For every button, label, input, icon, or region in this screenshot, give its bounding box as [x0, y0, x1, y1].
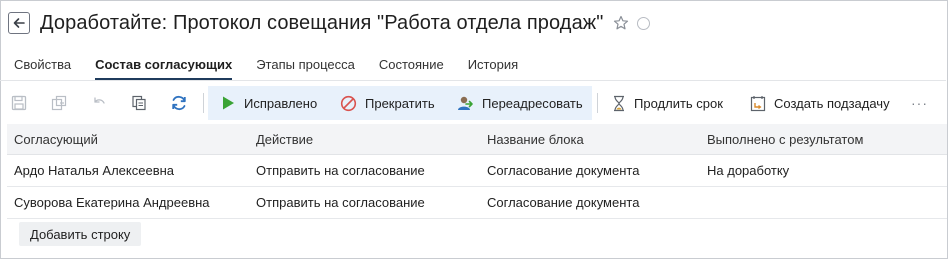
create-subtask-button[interactable]: Создать подзадачу — [750, 86, 890, 120]
toolbar-separator — [203, 93, 204, 113]
tab-bar: Свойства Состав согласующих Этапы процес… — [14, 52, 542, 81]
hourglass-icon — [614, 95, 624, 111]
favorite-star-icon[interactable] — [613, 15, 629, 31]
toolbar-separator — [597, 93, 598, 113]
subtask-icon — [750, 95, 766, 111]
fixed-button-label: Исправлено — [244, 95, 318, 111]
column-header-approver[interactable]: Согласующий — [14, 124, 98, 154]
tabs-divider — [0, 80, 946, 81]
fixed-button[interactable]: Исправлено — [220, 86, 317, 120]
table-row[interactable]: Суворова Екатерина Андреевна Отправить н… — [7, 187, 947, 219]
save-copy-icon[interactable] — [48, 92, 70, 114]
tab-approvers[interactable]: Состав согласующих — [95, 52, 233, 81]
user-redirect-icon — [458, 96, 473, 110]
cell-result: На доработку — [707, 163, 790, 178]
column-header-action[interactable]: Действие — [256, 124, 313, 154]
page-title: Доработайте: Протокол совещания "Работа … — [40, 11, 604, 34]
tab-process-stages[interactable]: Этапы процесса — [256, 52, 355, 80]
table-header-row: Согласующий Действие Название блока Выпо… — [7, 124, 947, 155]
approvers-table: Согласующий Действие Название блока Выпо… — [7, 124, 947, 219]
redirect-button[interactable]: Переадресовать — [456, 86, 583, 120]
more-icon[interactable]: ··· — [911, 86, 928, 120]
stop-button[interactable]: Прекратить — [340, 86, 435, 120]
page-header: Доработайте: Протокол совещания "Работа … — [8, 8, 651, 38]
play-icon — [223, 96, 234, 110]
column-header-result[interactable]: Выполнено с результатом — [707, 124, 863, 154]
forbidden-icon — [340, 95, 357, 111]
cell-approver: Суворова Екатерина Андреевна — [14, 195, 210, 210]
copy-icon[interactable] — [128, 92, 150, 114]
tab-history[interactable]: История — [468, 52, 518, 80]
stop-button-label: Прекратить — [365, 95, 435, 111]
undo-icon[interactable] — [88, 92, 110, 114]
extend-deadline-button[interactable]: Продлить срок — [612, 86, 723, 120]
status-circle-icon[interactable] — [637, 16, 651, 30]
arrow-left-icon — [13, 18, 25, 28]
tab-state[interactable]: Состояние — [379, 52, 444, 80]
refresh-icon[interactable] — [168, 92, 190, 114]
cell-approver: Ардо Наталья Алексеевна — [14, 163, 175, 178]
cell-action: Отправить на согласование — [256, 163, 425, 178]
cell-block-name: Согласование документа — [487, 163, 640, 178]
cell-block-name: Согласование документа — [487, 195, 640, 210]
column-header-block-name[interactable]: Название блока — [487, 124, 584, 154]
add-row-button[interactable]: Добавить строку — [19, 222, 142, 246]
tab-properties[interactable]: Свойства — [14, 52, 71, 80]
cell-action: Отправить на согласование — [256, 195, 425, 210]
extend-deadline-button-label: Продлить срок — [634, 95, 723, 111]
table-row[interactable]: Ардо Наталья Алексеевна Отправить на сог… — [7, 155, 947, 187]
toolbar: Исправлено Прекратить Переадресовать Про… — [0, 86, 946, 120]
save-icon[interactable] — [8, 92, 30, 114]
create-subtask-button-label: Создать подзадачу — [774, 95, 890, 111]
redirect-button-label: Переадресовать — [482, 95, 583, 111]
back-button[interactable] — [8, 12, 30, 34]
